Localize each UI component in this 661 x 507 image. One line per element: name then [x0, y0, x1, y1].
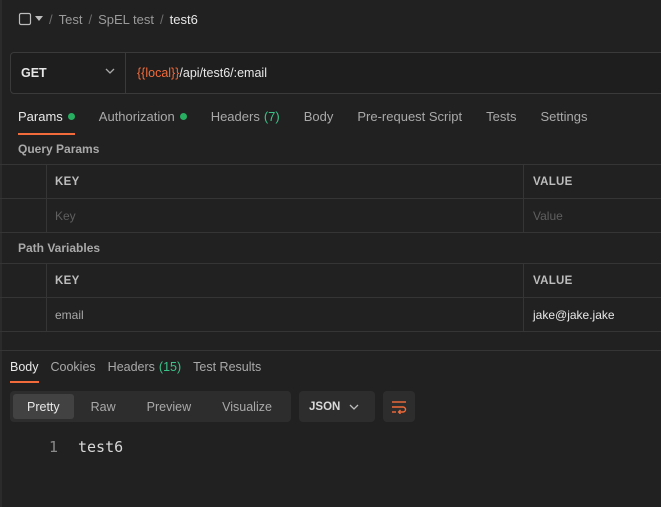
row-checkbox-cell: [0, 298, 47, 331]
tab-tests-label: Tests: [486, 108, 517, 124]
query-params-title: Query Params: [18, 142, 100, 156]
table-row: Key Value: [0, 199, 661, 233]
response-body-text: test6: [78, 438, 124, 456]
pane-divider[interactable]: [0, 350, 661, 351]
checkbox-column-header: [0, 165, 47, 198]
response-tab-test-results[interactable]: Test Results: [193, 359, 261, 375]
path-variable-key[interactable]: email: [47, 298, 524, 331]
tab-params[interactable]: Params: [18, 106, 75, 135]
key-column-header: KEY: [47, 264, 524, 297]
line-number: 1: [48, 438, 58, 456]
response-body-line: 1 test6: [0, 436, 123, 458]
tab-authorization-label: Authorization: [98, 108, 175, 124]
wrap-lines-button[interactable]: [383, 391, 415, 422]
request-type-dropdown[interactable]: [18, 12, 43, 26]
key-input[interactable]: Key: [47, 199, 524, 232]
format-label: JSON: [309, 400, 341, 413]
response-headers-count: (15): [158, 360, 182, 374]
table-row: email jake@jake.jake: [0, 298, 661, 332]
view-mode-group: Pretty Raw Preview Visualize: [10, 391, 291, 422]
value-column-header: VALUE: [533, 274, 573, 287]
tab-pre-request-script-label: Pre-request Script: [357, 108, 463, 124]
tab-headers-count: (7): [263, 108, 280, 124]
response-tab-headers[interactable]: Headers (15): [108, 359, 181, 375]
path-variables-table: KEY VALUE email jake@jake.jake: [0, 263, 661, 332]
method-select[interactable]: GET: [11, 53, 126, 93]
url-variable: {{local}}: [137, 66, 180, 80]
tab-tests[interactable]: Tests: [486, 106, 516, 126]
left-edge-border: [0, 0, 2, 507]
checkbox-column-header: [0, 264, 47, 297]
authorization-status-dot: [179, 112, 187, 120]
response-tabs: Body Cookies Headers (15) Test Results: [10, 359, 273, 383]
query-params-table: KEY VALUE Key Value: [0, 164, 661, 233]
breadcrumb-item-collection[interactable]: Test: [59, 12, 83, 27]
view-visualize-button[interactable]: Visualize: [208, 394, 286, 419]
key-column-header: KEY: [47, 165, 524, 198]
breadcrumb-current-request[interactable]: test6: [170, 12, 198, 27]
row-checkbox-cell: [0, 199, 47, 232]
response-tab-cookies-label: Cookies: [50, 360, 96, 374]
tab-settings[interactable]: Settings: [540, 106, 587, 126]
path-variables-title: Path Variables: [18, 241, 101, 255]
response-tab-headers-label: Headers: [107, 360, 155, 374]
view-preview-button[interactable]: Preview: [133, 394, 205, 419]
breadcrumb: / Test / SpEL test / test6: [18, 9, 198, 29]
tab-headers-label: Headers: [210, 108, 260, 124]
response-tab-cookies[interactable]: Cookies: [51, 359, 96, 375]
breadcrumb-separator: /: [159, 11, 164, 27]
params-status-dot: [67, 112, 75, 120]
tab-settings-label: Settings: [540, 108, 588, 124]
table-header-row: KEY VALUE: [0, 165, 661, 199]
response-tab-body-label: Body: [10, 360, 39, 374]
tab-body[interactable]: Body: [304, 106, 334, 126]
breadcrumb-separator: /: [49, 11, 53, 27]
url-input[interactable]: {{local}}/api/test6/:email: [126, 53, 661, 93]
chevron-down-icon: [349, 404, 359, 410]
value-input[interactable]: Value: [525, 199, 661, 232]
request-bar: GET {{local}}/api/test6/:email: [10, 52, 661, 94]
view-pretty-button[interactable]: Pretty: [13, 394, 74, 419]
breadcrumb-item-folder[interactable]: SpEL test: [98, 12, 154, 27]
format-select[interactable]: JSON: [299, 391, 375, 422]
tab-authorization[interactable]: Authorization: [99, 106, 187, 126]
url-path: /api/test6/:email: [179, 66, 267, 80]
path-variable-value-input[interactable]: jake@jake.jake: [525, 298, 661, 331]
tab-body-label: Body: [303, 108, 334, 124]
caret-down-icon: [35, 16, 43, 21]
chevron-down-icon: [105, 68, 115, 74]
request-doc-icon: [18, 12, 32, 26]
view-raw-button[interactable]: Raw: [77, 394, 130, 419]
wrap-lines-icon: [392, 400, 407, 414]
response-tab-body[interactable]: Body: [10, 359, 39, 383]
tab-headers[interactable]: Headers (7): [211, 106, 280, 126]
tab-params-label: Params: [18, 108, 63, 124]
request-tabs: Params Authorization Headers (7) Body Pre…: [18, 106, 611, 135]
breadcrumb-separator: /: [88, 11, 93, 27]
value-column-header: VALUE: [533, 175, 573, 188]
table-header-row: KEY VALUE: [0, 264, 661, 298]
tab-pre-request-script[interactable]: Pre-request Script: [357, 106, 462, 126]
method-label: GET: [21, 66, 47, 80]
response-tab-test-results-label: Test Results: [193, 360, 262, 374]
